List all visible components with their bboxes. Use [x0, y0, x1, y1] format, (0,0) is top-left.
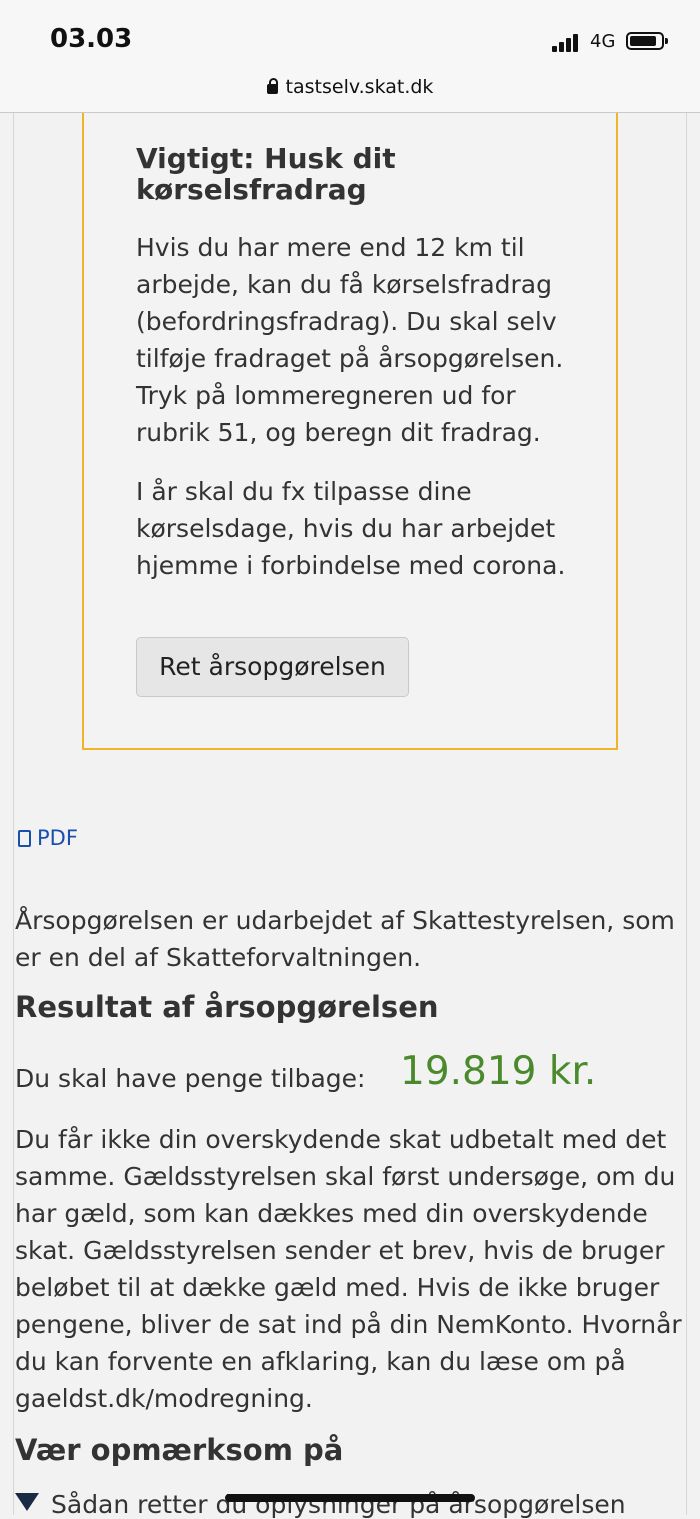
- notice-paragraph: Hvis du har mere end 12 km til arbejde, …: [136, 233, 564, 447]
- notice-paragraph: I år skal du fx tilpasse dine kørselsdag…: [136, 477, 566, 580]
- disclosure-triangle-icon: [15, 1493, 39, 1511]
- signal-icon: [552, 34, 580, 52]
- aware-heading: Vær opmærksom på: [15, 1433, 344, 1467]
- notice-title: Vigtigt: Husk dit kørselsfradrag: [136, 142, 396, 206]
- status-bar: 03.03 4G tastselv.skat.dk: [0, 0, 700, 113]
- status-time: 03.03: [50, 24, 133, 54]
- result-heading: Resultat af årsopgørelsen: [15, 990, 439, 1024]
- refund-label: Du skal have penge tilbage:: [15, 1064, 366, 1093]
- pdf-link[interactable]: PDF: [18, 826, 78, 850]
- pdf-link-label: PDF: [37, 826, 78, 850]
- edit-tax-return-button[interactable]: Ret årsopgørelsen: [136, 637, 409, 697]
- intro-text: Årsopgørelsen er udarbejdet af Skattesty…: [15, 906, 675, 972]
- home-indicator[interactable]: [225, 1494, 475, 1502]
- notice-box: Vigtigt: Husk dit kørselsfradrag Hvis du…: [82, 113, 618, 750]
- refund-info-text: Du får ikke din overskydende skat udbeta…: [15, 1125, 682, 1413]
- network-type: 4G: [590, 31, 616, 52]
- address-url: tastselv.skat.dk: [285, 76, 434, 98]
- lock-icon: [266, 78, 278, 94]
- address-bar[interactable]: tastselv.skat.dk: [0, 76, 700, 98]
- battery-icon: [626, 32, 668, 50]
- pdf-file-icon: [18, 830, 31, 847]
- refund-amount: 19.819 kr.: [400, 1049, 597, 1094]
